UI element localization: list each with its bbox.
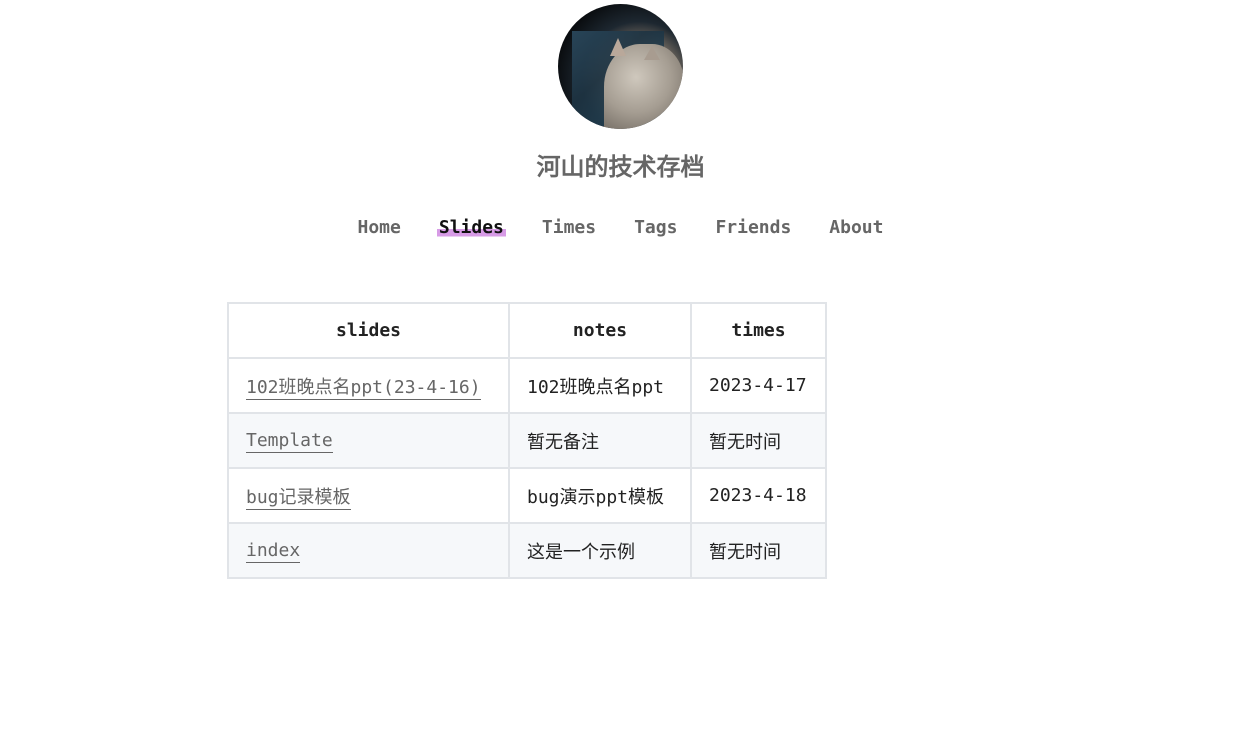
times-cell: 暂无时间 [690,522,827,579]
times-cell: 2023-4-17 [690,357,827,414]
slide-cell: 102班晚点名ppt(23-4-16) [227,357,510,414]
site-header: 河山的技术存档 [0,4,1241,182]
notes-cell: bug演示ppt模板 [508,467,692,524]
times-cell: 暂无时间 [690,412,827,469]
table-row: Template 暂无备注 暂无时间 [227,412,827,469]
notes-cell: 102班晚点名ppt [508,357,692,414]
slide-link[interactable]: bug记录模板 [246,486,351,510]
times-cell: 2023-4-18 [690,467,827,524]
header-slides: slides [227,302,510,359]
slide-cell: Template [227,412,510,469]
nav-times[interactable]: Times [540,216,598,240]
table-row: 102班晚点名ppt(23-4-16) 102班晚点名ppt 2023-4-17 [227,357,827,414]
table-header-row: slides notes times [227,302,827,359]
slide-cell: index [227,522,510,579]
nav-tags[interactable]: Tags [632,216,679,240]
header-times: times [690,302,827,359]
nav-friends[interactable]: Friends [713,216,793,240]
nav-about[interactable]: About [827,216,885,240]
slide-link[interactable]: Template [246,430,333,453]
table-row: index 这是一个示例 暂无时间 [227,522,827,579]
main-nav: Home Slides Times Tags Friends About [0,216,1241,240]
avatar[interactable] [558,4,683,129]
slide-cell: bug记录模板 [227,467,510,524]
avatar-cat-ear [644,46,660,60]
slide-link[interactable]: 102班晚点名ppt(23-4-16) [246,376,481,400]
avatar-cat-ear [610,38,626,56]
header-notes: notes [508,302,692,359]
table-row: bug记录模板 bug演示ppt模板 2023-4-18 [227,467,827,524]
slides-table: slides notes times 102班晚点名ppt(23-4-16) 1… [227,302,827,579]
site-title[interactable]: 河山的技术存档 [0,147,1241,182]
notes-cell: 暂无备注 [508,412,692,469]
notes-cell: 这是一个示例 [508,522,692,579]
slide-link[interactable]: index [246,540,301,563]
nav-home[interactable]: Home [356,216,403,240]
nav-slides[interactable]: Slides [436,216,506,240]
